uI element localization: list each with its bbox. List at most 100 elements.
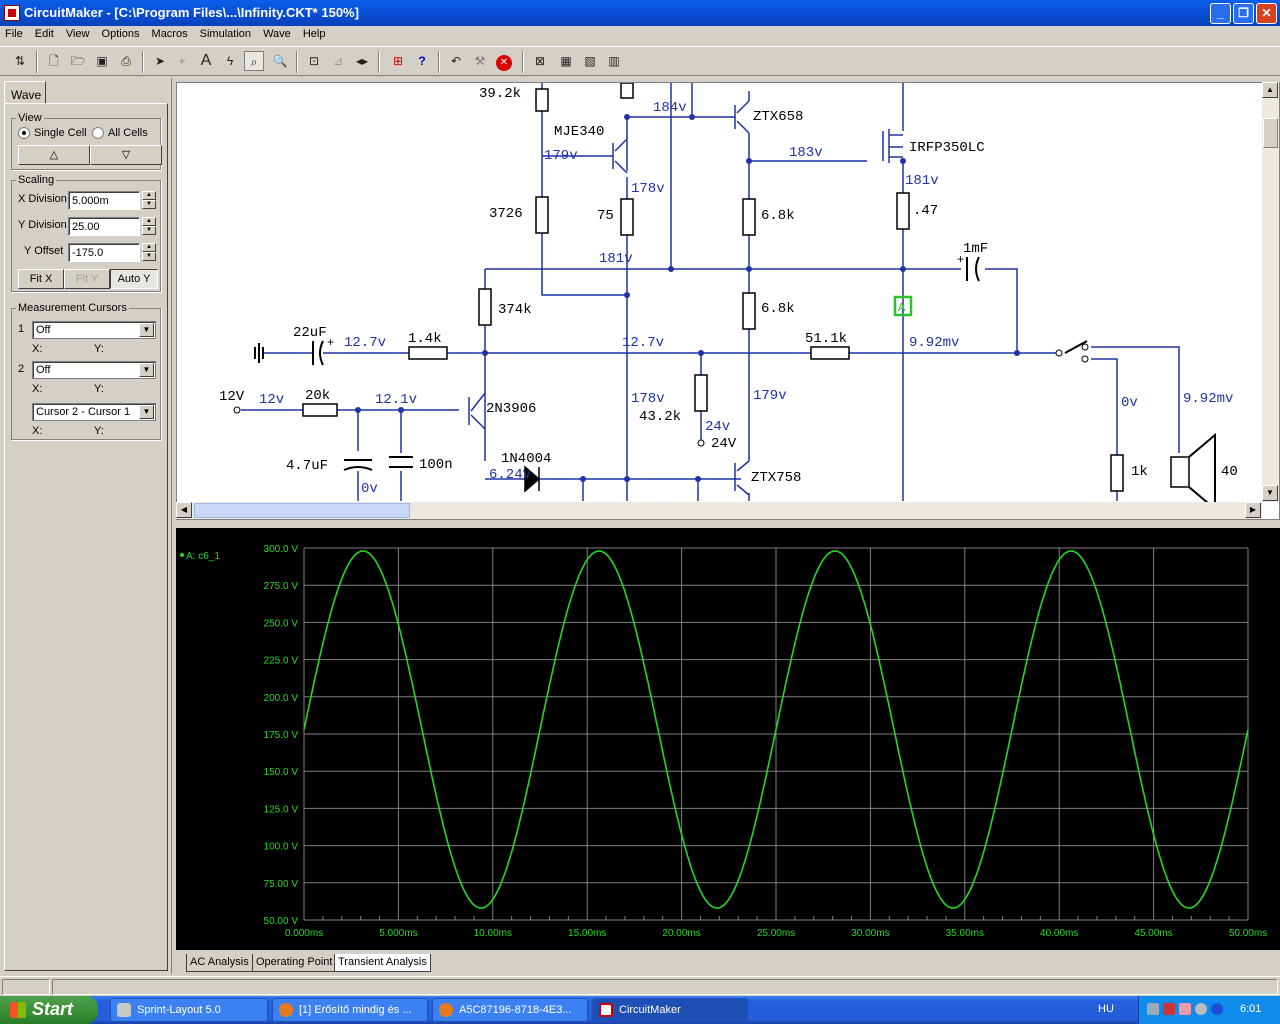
y-offset-spinner[interactable]: ▲ ▼ [142, 243, 156, 262]
fit-x-button[interactable]: Fit X [18, 269, 64, 289]
menu-edit[interactable]: Edit [30, 26, 58, 40]
status-pane-1 [2, 979, 50, 995]
menu-macros[interactable]: Macros [147, 26, 192, 40]
label-178v-b: 178v [631, 391, 665, 407]
label-9-92mv-b: 9.92mv [1183, 391, 1233, 407]
network-icon[interactable] [1147, 1003, 1159, 1015]
menu-simulation[interactable]: Simulation [195, 26, 255, 40]
language-indicator[interactable]: HU [1098, 1003, 1114, 1015]
trace-label[interactable]: A: c6_1 [186, 551, 220, 562]
mirror-icon[interactable]: ◂▸ [352, 51, 372, 71]
next-cell-button[interactable]: ▽ [90, 145, 162, 165]
tools-icon[interactable]: ⚒ [470, 51, 490, 71]
task-circuitmaker[interactable]: CircuitMaker [592, 998, 748, 1022]
x-tick-label: 10.00ms [474, 928, 512, 939]
device-icon[interactable] [1195, 1003, 1207, 1015]
menu-file[interactable]: File [0, 26, 27, 40]
reset-icon[interactable]: ↶ [446, 51, 466, 71]
prev-cell-button[interactable]: △ [18, 145, 90, 165]
cursor1-select[interactable]: Off ▼ [32, 321, 156, 339]
probe-icon[interactable]: ϟ [220, 51, 240, 71]
task-sprint-layout[interactable]: Sprint-Layout 5.0 [110, 998, 268, 1022]
tab-transient-analysis[interactable]: Transient Analysis [334, 954, 431, 972]
chevron-down-icon[interactable]: ▼ [139, 405, 154, 419]
scroll-right-icon[interactable]: ▶ [1245, 502, 1261, 518]
schematic-drawing: 39.2k MJE340 184v ZTX658 IRFP350LC 179v … [219, 83, 1238, 503]
chevron-down-icon[interactable]: ▼ [139, 323, 154, 337]
scroll-down-icon[interactable]: ▼ [1262, 485, 1278, 501]
zoom-icon[interactable]: 🔍 [270, 51, 290, 71]
task-firefox-1[interactable]: [1] Erősítő mindig és ... [272, 998, 428, 1022]
schematic-canvas[interactable]: 39.2k MJE340 184v ZTX658 IRFP350LC 179v … [176, 82, 1280, 520]
horizontal-scroll-thumb[interactable] [194, 503, 410, 518]
auto-y-button[interactable]: Auto Y [110, 269, 158, 289]
open-icon[interactable]: 🗁 [68, 51, 88, 71]
graph-icon[interactable]: ▧ [580, 51, 600, 71]
tab-wave[interactable]: Wave [4, 81, 46, 103]
wire-icon[interactable]: + [172, 51, 192, 71]
vertical-scrollbar[interactable]: ▲ ▼ [1262, 82, 1279, 502]
app-icon[interactable] [4, 5, 20, 21]
shield-icon[interactable] [1163, 1003, 1175, 1015]
print-icon[interactable]: ⎙ [116, 51, 136, 71]
close-button[interactable]: ✕ [1256, 3, 1277, 24]
x-division-field[interactable]: 5.000m [68, 191, 140, 210]
task-firefox-2[interactable]: A5C87196-8718-4E3... [432, 998, 588, 1022]
menu-help[interactable]: Help [298, 26, 330, 40]
all-cells-label: All Cells [108, 127, 148, 139]
wand-icon[interactable]: ⌕ [244, 51, 264, 71]
tab-ac-analysis[interactable]: AC Analysis [186, 954, 253, 972]
start-button[interactable]: Start [0, 996, 98, 1024]
menu-options[interactable]: Options [97, 26, 144, 40]
wave-panel: Wave View Single Cell All Cells △ ▽ Scal… [0, 78, 172, 974]
label-12-1v: 12.1v [375, 392, 417, 408]
grid-icon[interactable]: ▦ [556, 51, 576, 71]
stop-icon[interactable]: ✕ [494, 51, 514, 71]
minimize-button[interactable]: _ [1210, 3, 1231, 24]
x-division-spinner[interactable]: ▲ ▼ [142, 191, 156, 210]
cursor2-y-label: Y: [94, 383, 104, 395]
text-icon[interactable]: A [196, 51, 216, 71]
menu-wave[interactable]: Wave [258, 26, 295, 40]
label-40: 40 [1221, 464, 1238, 480]
rubber-stamp-icon[interactable]: ⊡ [304, 51, 324, 71]
cursor-icon[interactable]: ▥ [604, 51, 624, 71]
cursor-diff-select[interactable]: Cursor 2 - Cursor 1 ▼ [32, 403, 156, 421]
label-plus-a: + [327, 336, 334, 350]
single-cell-radio[interactable] [18, 127, 30, 139]
task-sprint-layout-label: Sprint-Layout 5.0 [137, 1004, 221, 1016]
digital-icon[interactable]: ⊞ [388, 51, 408, 71]
y-division-field[interactable]: 25.00 [68, 217, 140, 236]
y-division-spinner[interactable]: ▲ ▼ [142, 217, 156, 236]
cursor2-select[interactable]: Off ▼ [32, 361, 156, 379]
bluetooth-icon[interactable] [1211, 1003, 1223, 1015]
new-icon[interactable]: 🗋 [44, 51, 64, 71]
trace-icon[interactable]: ⊠ [530, 51, 550, 71]
volume-icon[interactable] [1179, 1003, 1191, 1015]
chevron-down-icon[interactable]: ▼ [139, 363, 154, 377]
scroll-left-icon[interactable]: ◀ [176, 502, 192, 518]
all-cells-radio[interactable] [92, 127, 104, 139]
fit-y-button[interactable]: Fit Y [64, 269, 110, 289]
y-offset-field[interactable]: -175.0 [68, 243, 140, 262]
firefox-icon [279, 1003, 293, 1017]
cursors-group-label: Measurement Cursors [16, 302, 129, 314]
label-mje340: MJE340 [554, 124, 604, 140]
vertical-scroll-thumb[interactable] [1263, 118, 1278, 148]
arrow-icon[interactable]: ➤ [150, 51, 170, 71]
windows-logo-icon [10, 1002, 26, 1018]
rotate-icon[interactable]: ⊿ [328, 51, 348, 71]
menu-view[interactable]: View [61, 26, 94, 40]
tab-operating-point[interactable]: Operating Point [252, 954, 337, 972]
restore-button[interactable]: ❐ [1233, 3, 1254, 24]
probe-a-label[interactable]: A [898, 301, 906, 315]
x-tick-label: 45.00ms [1134, 928, 1172, 939]
label-6-8k-a: 6.8k [761, 208, 795, 224]
horizontal-scrollbar[interactable]: ◀ ▶ [176, 502, 1262, 519]
scroll-up-icon[interactable]: ▲ [1262, 82, 1278, 98]
menu-bar: File Edit View Options Macros Simulation… [0, 26, 1280, 44]
save-icon[interactable]: ▣ [92, 51, 112, 71]
help-icon[interactable]: ? [412, 51, 432, 71]
wire-mode-icon[interactable]: ⇅ [10, 51, 30, 71]
waveform-display[interactable]: A: c6_1 0.000ms 5.000ms 10.00ms 15.00ms 20.0… [176, 528, 1280, 950]
